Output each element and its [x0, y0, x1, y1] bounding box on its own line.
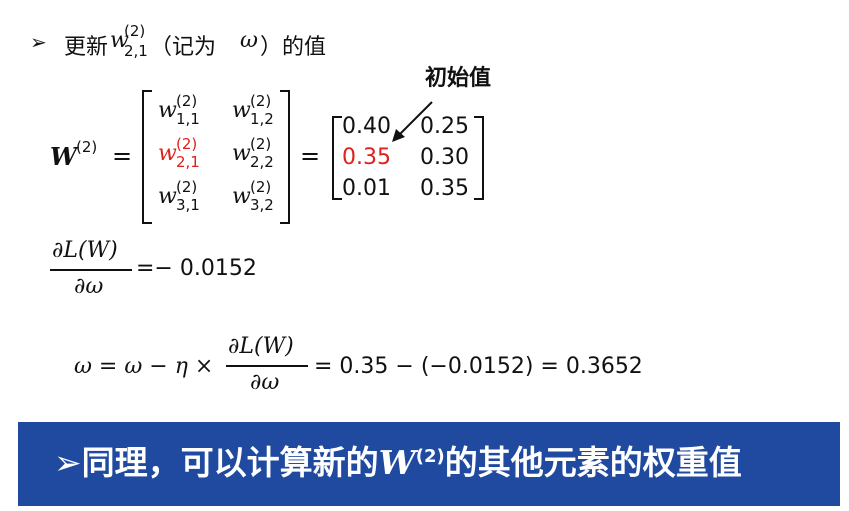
update-denominator: ∂ω: [250, 370, 280, 395]
matrix-W-sup: (2): [76, 138, 98, 156]
symbolic-cell-2-1: w (2) 2,1: [158, 135, 200, 171]
numeric-cell-3-1: 0.01: [342, 176, 391, 201]
grad-value: =− 0.0152: [136, 256, 257, 281]
update-numerator: ∂L(W): [228, 334, 294, 359]
numeric-bracket-right: [474, 116, 484, 200]
update-fraction-line: [226, 365, 308, 367]
matrix-eq: =: [112, 142, 133, 170]
symbolic-cell-3-1: w (2) 3,1: [158, 178, 200, 214]
initial-value-label: 初始值: [425, 66, 492, 91]
symbolic-cell-1-1: w (2) 1,1: [158, 92, 200, 128]
grad-fraction-line: [50, 269, 132, 271]
banner-text-1: 同理，可以计算新的: [81, 443, 379, 482]
heading-var-sup: (2): [124, 22, 146, 40]
numeric-cell-1-1: 0.40: [342, 114, 391, 139]
numeric-cell-2-2: 0.30: [420, 145, 469, 170]
symbolic-cell-3-2: w (2) 3,2: [232, 178, 274, 214]
update-lhs: ω = ω − η ×: [74, 354, 214, 379]
heading-line: ➢ 更新 w (2) 2,1 （记为 ω ）的值: [30, 22, 450, 62]
heading-open: （记为: [150, 35, 217, 60]
update-result: = 0.35 − (−0.0152) = 0.3652: [314, 354, 643, 379]
matrix-W: W: [50, 142, 77, 171]
heading-var-sub: 2,1: [124, 42, 148, 60]
heading-close: ）的值: [260, 35, 327, 60]
symbolic-cell-1-2: w (2) 1,2: [232, 92, 274, 128]
banner-bullet-icon: ➢: [54, 443, 82, 482]
banner-text-2: 的其他元素的权重值: [444, 443, 742, 482]
banner-text: ➢同理，可以计算新的W(2)的其他元素的权重值: [54, 436, 742, 484]
grad-numerator: ∂L(W): [52, 238, 118, 263]
heading-omega: ω: [240, 28, 258, 53]
numeric-cell-1-2: 0.25: [420, 114, 469, 139]
symbolic-cell-2-2: w (2) 2,2: [232, 135, 274, 171]
numeric-cell-2-1: 0.35: [342, 145, 391, 170]
bullet-icon: ➢: [30, 30, 47, 54]
banner-var-sup: (2): [415, 446, 445, 467]
numeric-cell-3-2: 0.35: [420, 176, 469, 201]
grad-denominator: ∂ω: [74, 274, 104, 299]
summary-banner: ➢同理，可以计算新的W(2)的其他元素的权重值: [18, 422, 840, 506]
heading-prefix: 更新: [64, 35, 109, 60]
symbolic-bracket-left: [142, 90, 152, 224]
numeric-bracket-left: [332, 116, 342, 200]
banner-var: W: [378, 443, 416, 482]
matrix-eq-2: =: [300, 142, 321, 170]
